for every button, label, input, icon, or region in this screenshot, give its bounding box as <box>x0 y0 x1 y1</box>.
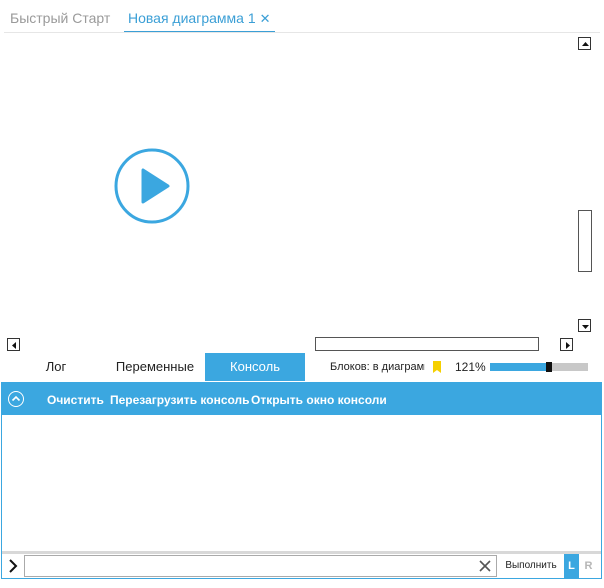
close-icon[interactable] <box>478 559 492 573</box>
scroll-right-button[interactable] <box>560 338 573 351</box>
console-toolbar: Очистить Перезагрузить консоль Открыть о… <box>2 383 601 415</box>
tab-quick-start[interactable]: Быстрый Старт <box>10 10 110 26</box>
arrow-down-icon <box>582 325 589 329</box>
tab-diagram-label: Новая диаграмма 1 <box>128 10 256 26</box>
bookmark-icon[interactable] <box>432 361 442 374</box>
tab-log[interactable]: Лог <box>28 353 84 381</box>
tab-diagram[interactable]: Новая диаграмма 1 ✕ <box>124 10 275 33</box>
zoom-slider-fill <box>490 363 549 371</box>
vertical-scrollbar-thumb[interactable] <box>578 210 592 272</box>
right-mode-button[interactable]: R <box>580 554 597 579</box>
arrow-up-icon <box>582 42 589 46</box>
zoom-level: 121% <box>455 360 486 374</box>
document-tabs: Быстрый Старт Новая диаграмма 1 ✕ <box>0 0 604 33</box>
reload-console-button[interactable]: Перезагрузить консоль <box>110 393 250 407</box>
scroll-down-button[interactable] <box>578 319 591 332</box>
diagram-canvas[interactable] <box>4 32 600 332</box>
run-button[interactable]: Выполнить <box>499 555 563 577</box>
chevron-right-icon <box>9 559 18 573</box>
tab-close-icon[interactable]: ✕ <box>260 11 271 26</box>
left-mode-button[interactable]: L <box>564 554 579 579</box>
chevron-up-icon <box>11 395 21 402</box>
play-circle-icon[interactable] <box>114 148 190 224</box>
bottom-panel-tabs: Лог Переменные Консоль Блоков: в диаграм… <box>0 353 604 381</box>
console-command-input[interactable] <box>24 555 497 577</box>
scroll-up-button[interactable] <box>578 37 591 50</box>
tab-console[interactable]: Консоль <box>205 353 305 381</box>
clear-console-button[interactable]: Очистить <box>47 393 104 407</box>
console-input-row: Выполнить L R <box>2 551 601 579</box>
blocks-count-label: Блоков: в диаграмме <box>330 361 425 373</box>
collapse-panel-button[interactable] <box>8 391 24 407</box>
console-output[interactable] <box>2 415 601 551</box>
scroll-left-button[interactable] <box>7 338 20 351</box>
arrow-left-icon <box>12 342 16 349</box>
tab-quick-start-label: Быстрый Старт <box>10 10 111 26</box>
tab-variables[interactable]: Переменные <box>105 353 205 381</box>
open-console-window-button[interactable]: Открыть окно консоли <box>251 393 387 407</box>
arrow-right-icon <box>566 342 570 349</box>
console-panel: Очистить Перезагрузить консоль Открыть о… <box>1 382 602 579</box>
zoom-slider-thumb[interactable] <box>546 362 552 372</box>
horizontal-scrollbar-thumb[interactable] <box>315 337 539 351</box>
zoom-slider[interactable] <box>490 362 588 372</box>
